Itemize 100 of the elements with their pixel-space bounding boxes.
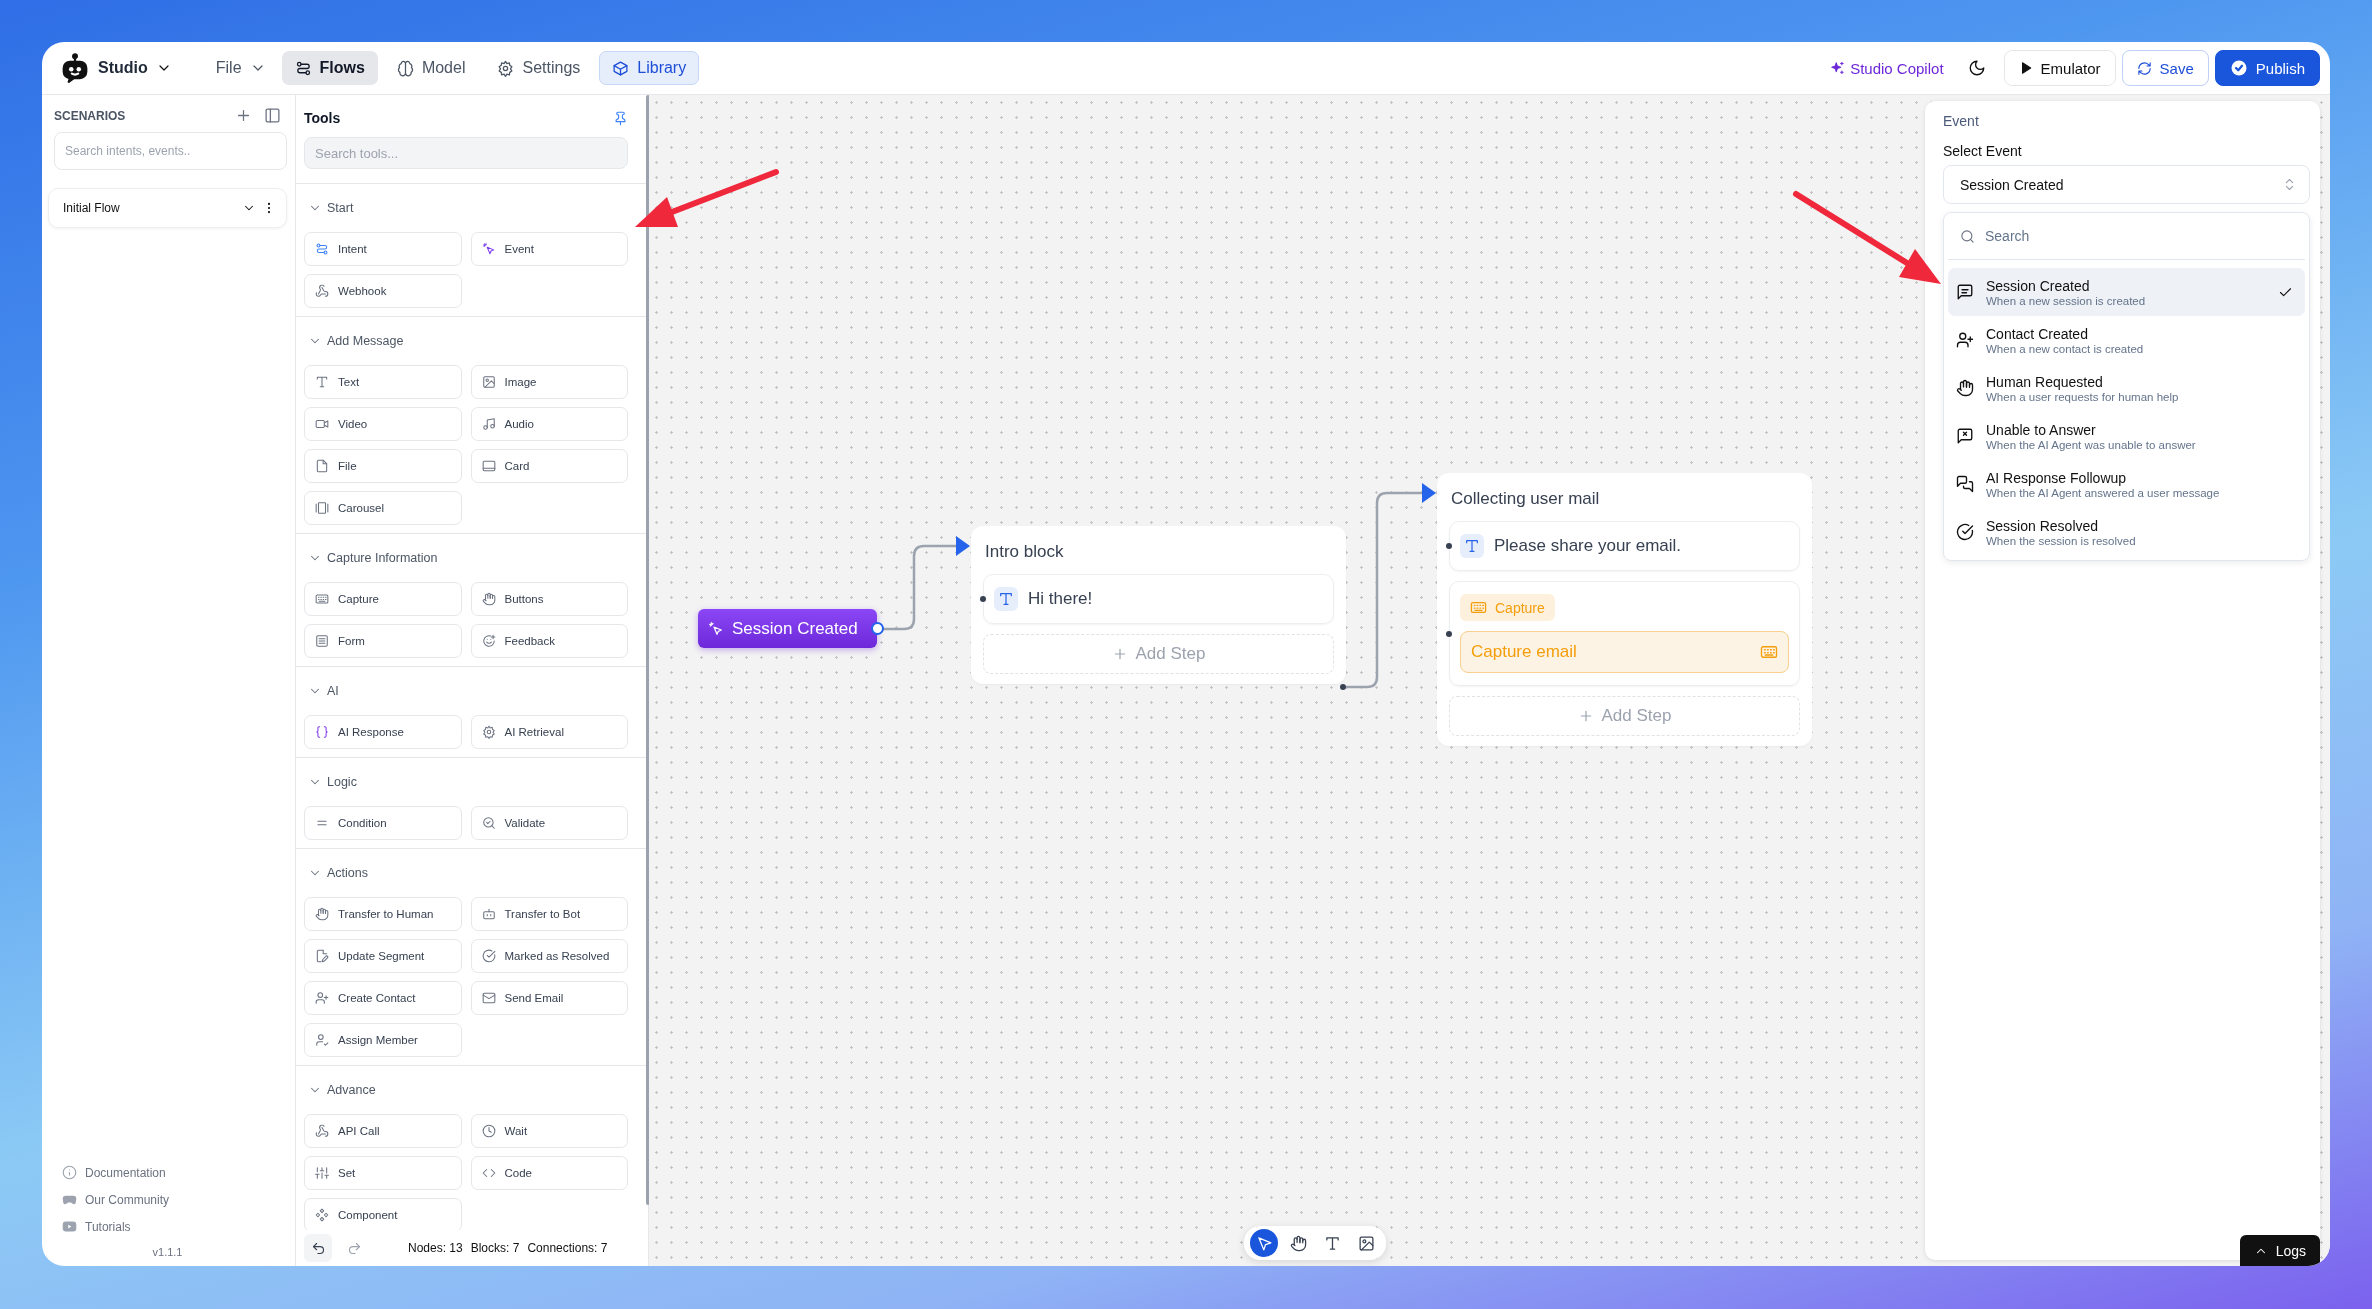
clock-icon <box>481 1124 496 1138</box>
publish-button[interactable]: Publish <box>2214 50 2320 86</box>
tool-item[interactable]: File <box>304 449 462 483</box>
check-badge-icon <box>2229 59 2248 77</box>
tool-item[interactable]: Video <box>304 407 462 441</box>
tool-item[interactable]: Validate <box>470 806 628 840</box>
tool-item[interactable]: Card <box>470 449 628 483</box>
hand-icon <box>1289 1234 1307 1252</box>
tool-item[interactable]: Transfer to Human <box>304 897 462 931</box>
group-header[interactable]: Actions <box>304 857 368 889</box>
group-header[interactable]: AI <box>304 675 339 707</box>
block-title: Collecting user mail <box>1450 488 1601 510</box>
route-icon <box>315 242 329 256</box>
group-header[interactable]: Start <box>304 192 354 224</box>
tool-item[interactable]: Component <box>304 1198 462 1230</box>
tool-item[interactable]: Image <box>470 365 628 399</box>
tool-item[interactable]: Carousel <box>304 491 462 525</box>
logs-button[interactable]: Logs <box>2239 1235 2320 1266</box>
text-icon <box>1323 1234 1341 1252</box>
nav-tab[interactable]: Library <box>599 51 700 85</box>
tool-item[interactable]: Assign Member <box>304 1023 462 1057</box>
trigger-node[interactable]: Session Created <box>698 609 877 648</box>
tool-item[interactable]: Send Email <box>470 981 628 1015</box>
tool-item[interactable]: Intent <box>304 232 462 266</box>
text-step[interactable]: Please share your email. <box>1449 521 1800 571</box>
tool-item[interactable]: Wait <box>470 1114 628 1148</box>
tool-item[interactable]: Set <box>304 1156 462 1190</box>
save-button[interactable]: Save <box>2121 50 2209 86</box>
input-port[interactable] <box>1446 543 1452 549</box>
flow-block[interactable]: Collecting user mail Please share your email. Capture Capture email Add Step <box>1437 473 1812 746</box>
flow-block[interactable]: Intro block Hi there! Add Step <box>971 526 1346 684</box>
event-option[interactable]: Contact Created When a new contact is created <box>1948 316 2305 364</box>
smile-icon <box>481 634 496 648</box>
keyboard-icon <box>1470 599 1487 616</box>
event-option[interactable]: Session Resolved When the session is resolved <box>1948 508 2305 556</box>
sidebar-link[interactable]: Tutorials <box>62 1219 287 1234</box>
tool-item[interactable]: Condition <box>304 806 462 840</box>
tool-item[interactable]: Capture <box>304 582 462 616</box>
tool-item[interactable]: Feedback <box>470 624 628 658</box>
emulator-button[interactable]: Emulator <box>2003 50 2116 86</box>
card-icon <box>481 459 496 473</box>
tool-item[interactable]: Marked as Resolved <box>470 939 628 973</box>
bot-icon <box>481 907 496 921</box>
tool-item[interactable]: Create Contact <box>304 981 462 1015</box>
tool-item[interactable]: Text <box>304 365 462 399</box>
copilot-button[interactable]: Studio Copilot <box>1824 53 1950 83</box>
music-icon <box>481 417 496 431</box>
carousel-icon <box>315 501 329 515</box>
search-field[interactable]: Search <box>1983 227 2293 245</box>
input-port[interactable] <box>980 596 986 602</box>
sidebar-toggle[interactable] <box>264 107 281 124</box>
nav-tab[interactable]: Settings <box>484 51 594 85</box>
undo-button[interactable] <box>304 1234 332 1262</box>
add-button[interactable] <box>235 107 252 124</box>
event-option[interactable]: AI Response Followup When the AI Agent answered a user message <box>1948 460 2305 508</box>
event-option[interactable]: Session Created When a new session is created <box>1948 268 2305 316</box>
pointer-icon <box>1255 1234 1273 1252</box>
tool-item[interactable]: AI Retrieval <box>470 715 628 749</box>
tool-item[interactable]: Update Segment <box>304 939 462 973</box>
sidebar-link[interactable]: Our Community <box>62 1192 287 1207</box>
tool-item[interactable]: Form <box>304 624 462 658</box>
text-step[interactable]: Hi there! <box>983 574 1334 624</box>
webhook-icon <box>315 1124 329 1138</box>
form-icon <box>315 634 329 648</box>
cursor-click-icon <box>708 620 724 637</box>
messages-icon <box>1956 475 1974 493</box>
app-menu[interactable]: Studio <box>54 49 178 87</box>
search-icon <box>1960 228 1975 244</box>
check-circle-icon <box>1956 523 1974 541</box>
event-option[interactable]: Unable to Answer When the AI Agent was unable to answer <box>1948 412 2305 460</box>
tool-item[interactable]: Code <box>470 1156 628 1190</box>
video-icon <box>315 417 329 431</box>
tool-item[interactable]: Webhook <box>304 274 462 308</box>
search-field[interactable]: Search intents, events.. <box>54 132 287 170</box>
event-select[interactable]: Session Created <box>1943 165 2310 204</box>
event-option[interactable]: Human Requested When a user requests for human help <box>1948 364 2305 412</box>
cursor-click-icon <box>481 242 496 256</box>
tool-item[interactable]: Audio <box>470 407 628 441</box>
tool-item[interactable]: AI Response <box>304 715 462 749</box>
keyboard-icon <box>1760 643 1778 661</box>
pin-button[interactable] <box>613 110 628 126</box>
group-header[interactable]: Logic <box>304 766 357 798</box>
tool-item[interactable]: Event <box>470 232 628 266</box>
toolbar-button[interactable] <box>1250 1229 1278 1257</box>
search-field[interactable]: Search tools... <box>304 137 628 169</box>
undo-icon <box>310 1240 326 1256</box>
tool-item[interactable]: API Call <box>304 1114 462 1148</box>
group-header[interactable]: Advance <box>304 1074 376 1106</box>
file-icon <box>315 459 329 473</box>
tool-item[interactable]: Transfer to Bot <box>470 897 628 931</box>
flow-item[interactable]: Initial Flow <box>48 188 287 228</box>
video-play-icon <box>62 1219 77 1234</box>
group-header[interactable]: Capture Information <box>304 542 438 574</box>
nav-tab[interactable]: Flows <box>281 51 378 85</box>
group-header[interactable]: Add Message <box>304 325 404 357</box>
tool-item[interactable]: Buttons <box>470 582 628 616</box>
input-port[interactable] <box>1446 630 1452 637</box>
nav-tab[interactable]: Model <box>383 51 479 85</box>
file-menu[interactable]: File <box>205 53 276 83</box>
sidebar-link[interactable]: Documentation <box>62 1165 287 1180</box>
